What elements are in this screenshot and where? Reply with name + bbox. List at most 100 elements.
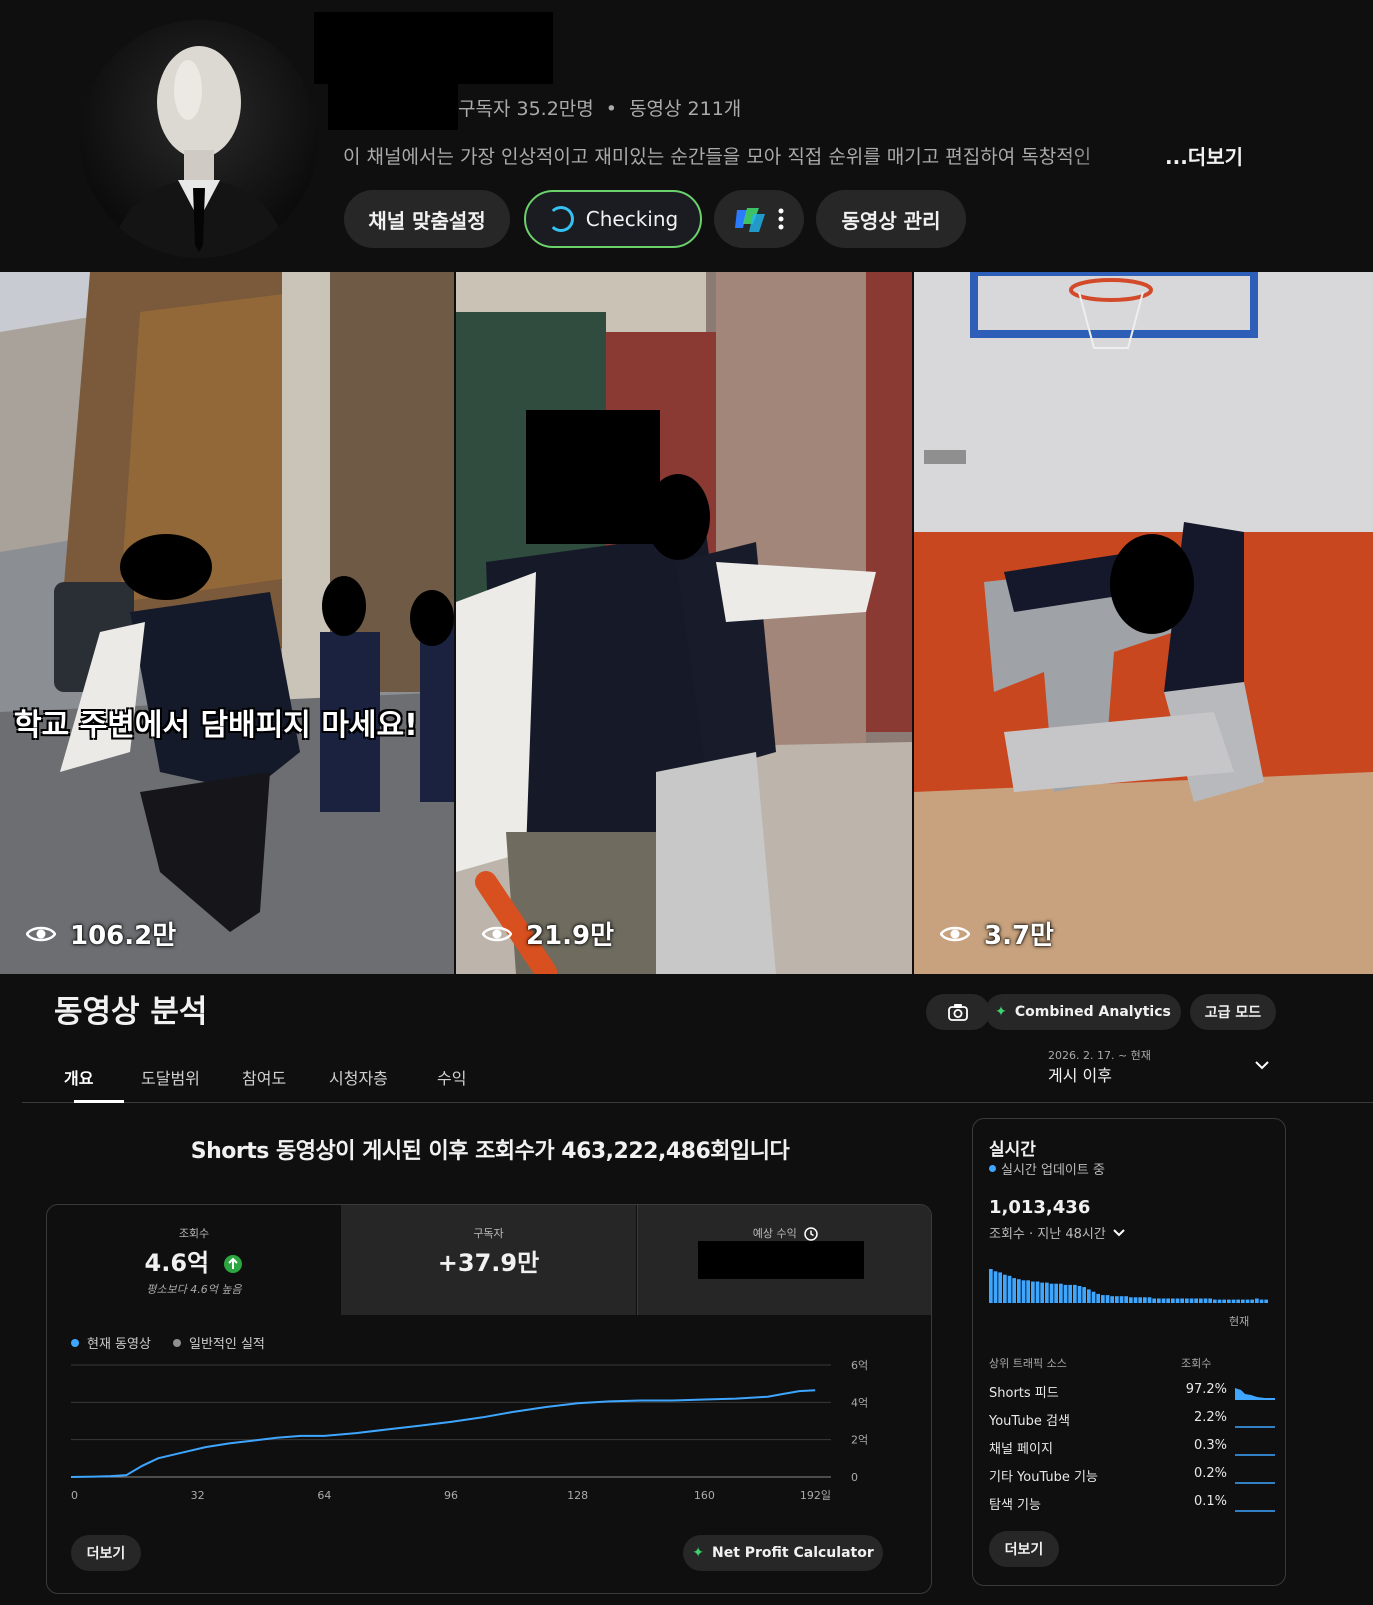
realtime-bar: [1119, 1296, 1124, 1303]
realtime-bar: [1250, 1299, 1254, 1303]
realtime-bar: [1073, 1284, 1077, 1303]
realtime-bar: [1054, 1283, 1058, 1303]
short-thumbnail-2[interactable]: 21.9만: [456, 272, 912, 974]
eye-icon: [26, 926, 56, 941]
realtime-bar: [1096, 1293, 1100, 1303]
realtime-bar: [1105, 1295, 1110, 1303]
chevron-down-icon[interactable]: [1254, 1060, 1270, 1070]
realtime-bar: [1077, 1286, 1082, 1303]
realtime-bar: [1045, 1282, 1049, 1303]
x-tick-label: 128: [567, 1489, 588, 1502]
realtime-bar: [1068, 1284, 1072, 1303]
x-tick-label: 64: [317, 1489, 331, 1502]
customize-channel-button[interactable]: 채널 맞춤설정: [344, 190, 510, 248]
realtime-bar: [1087, 1289, 1091, 1303]
legend-dot: [71, 1338, 79, 1347]
screenshot-button[interactable]: [926, 994, 990, 1030]
more-vert-icon: [778, 208, 784, 230]
advanced-mode-button[interactable]: 고급 모드: [1190, 994, 1276, 1030]
metric-revenue[interactable]: 예상 수익: [637, 1205, 931, 1315]
realtime-bar: [1189, 1298, 1194, 1303]
channel-meta: 구독자 35.2만명 • 동영상 211개: [458, 94, 741, 121]
realtime-period-label: 조회수 · 지난 48시간: [989, 1227, 1106, 1242]
short-views-count: 106.2만: [70, 921, 177, 951]
channel-avatar[interactable]: [80, 20, 318, 258]
extension-menu-button[interactable]: [714, 190, 804, 248]
x-tick-label: 96: [444, 1489, 458, 1502]
eye-icon: [940, 926, 970, 941]
realtime-bar: [1101, 1295, 1105, 1303]
traffic-sparkline: [1235, 1388, 1275, 1400]
extension-logo-icon: ✦: [995, 1004, 1007, 1020]
traffic-source-row: Shorts 피드 97.2%: [989, 1382, 1275, 1401]
realtime-bar: [1180, 1298, 1184, 1303]
short-thumbnail-3[interactable]: 3.7만: [914, 272, 1373, 974]
tab-revenue[interactable]: 수익: [437, 1065, 466, 1089]
combined-analytics-button[interactable]: ✦ Combined Analytics: [985, 994, 1181, 1030]
realtime-bar: [1138, 1297, 1142, 1303]
realtime-status-label: 실시간 업데이트 중: [1001, 1163, 1105, 1178]
y-tick-label: 0: [851, 1471, 858, 1484]
realtime-bar: [1012, 1278, 1016, 1303]
traffic-sparkline: [1235, 1510, 1275, 1512]
short-views-count: 21.9만: [526, 921, 615, 951]
shorts-row: 학교 주변에서 담배피지 마세요! 106.2만 21.9만 3.7만: [0, 272, 1373, 974]
x-tick-label: 160: [694, 1489, 715, 1502]
realtime-bar: [1199, 1298, 1203, 1303]
traffic-source-pct: 0.3%: [1193, 1438, 1227, 1453]
short-thumbnail-1[interactable]: 학교 주변에서 담배피지 마세요! 106.2만: [0, 272, 454, 974]
overview-more-button[interactable]: 더보기: [71, 1535, 141, 1571]
face-blur: [646, 474, 710, 560]
realtime-bar: [1255, 1298, 1259, 1303]
metric-views[interactable]: 조회수 4.6억 평소보다 4.6억 높음: [47, 1205, 341, 1315]
realtime-bar: [1091, 1291, 1096, 1303]
realtime-bar: [1082, 1287, 1086, 1303]
realtime-bar: [1171, 1298, 1175, 1303]
tab-audience[interactable]: 시청자층: [329, 1065, 388, 1089]
video-count: 동영상 211개: [629, 98, 742, 120]
manage-videos-button[interactable]: 동영상 관리: [816, 190, 966, 248]
net-profit-calculator-button[interactable]: ✦ Net Profit Calculator: [683, 1535, 883, 1571]
realtime-period-selector[interactable]: 조회수 · 지난 48시간: [989, 1223, 1126, 1242]
redacted-handle: [328, 80, 458, 130]
legend-typical-label: 일반적인 실적: [189, 1337, 265, 1352]
face-blur: [120, 534, 212, 600]
realtime-bar: [1241, 1299, 1245, 1303]
net-profit-label: Net Profit Calculator: [711, 1545, 874, 1561]
extension-logo-icon: [735, 208, 765, 232]
short-views-count: 3.7만: [984, 921, 1054, 951]
traffic-sparkline: [1235, 1426, 1275, 1428]
short-2-image: [456, 272, 912, 974]
date-range-selector[interactable]: 게시 이후: [1048, 1062, 1112, 1086]
chevron-down-icon: [1113, 1228, 1125, 1236]
channel-header: 구독자 35.2만명 • 동영상 211개 이 채널에서는 가장 인상적이고 재…: [0, 0, 1373, 272]
short-caption: 학교 주변에서 담배피지 마세요!: [14, 708, 418, 743]
combined-analytics-label: Combined Analytics: [1014, 1004, 1171, 1020]
tab-overview[interactable]: 개요: [64, 1065, 93, 1089]
realtime-count: 1,013,436: [989, 1197, 1091, 1218]
checking-button[interactable]: Checking: [524, 190, 702, 248]
metric-views-value: 4.6억: [47, 1243, 341, 1278]
realtime-bar: [1161, 1298, 1166, 1303]
realtime-bar: [993, 1271, 998, 1303]
realtime-bar: [1222, 1299, 1226, 1303]
tab-reach[interactable]: 도달범위: [141, 1065, 200, 1089]
sources-header: 상위 트래픽 소스: [989, 1357, 1067, 1370]
realtime-bar: [1003, 1274, 1007, 1303]
realtime-bar: [1040, 1282, 1044, 1303]
realtime-bar: [1213, 1299, 1217, 1303]
realtime-more-button[interactable]: 더보기: [989, 1531, 1059, 1567]
realtime-bar: [1110, 1296, 1114, 1303]
meta-separator: •: [605, 98, 618, 120]
redacted-channel-name: [314, 12, 553, 84]
tab-engagement[interactable]: 참여도: [242, 1065, 286, 1089]
traffic-sparkline: [1235, 1482, 1275, 1484]
loading-spinner-icon: [547, 206, 574, 232]
series-line: [70, 1389, 816, 1478]
realtime-bar: [1129, 1297, 1133, 1303]
realtime-bar: [1035, 1281, 1040, 1303]
x-tick-label: 32: [191, 1489, 205, 1502]
metric-subscribers[interactable]: 구독자 +37.9만: [341, 1205, 636, 1315]
traffic-source-name: 기타 YouTube 기능: [989, 1470, 1098, 1485]
description-more-link[interactable]: ...더보기: [1165, 141, 1243, 170]
